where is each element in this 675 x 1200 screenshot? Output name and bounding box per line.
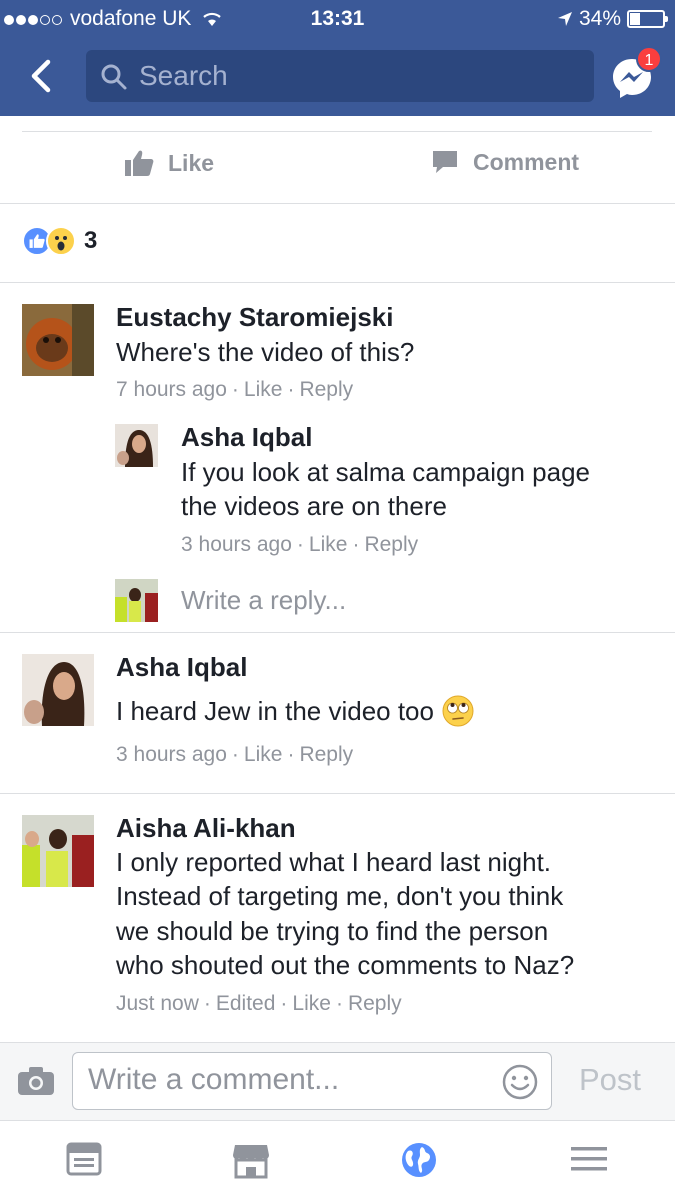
- comment-meta: 7 hours ago · Like · Reply: [116, 378, 354, 401]
- marketplace-icon[interactable]: [231, 1141, 271, 1179]
- status-bar: vodafone UK 13:31 34%: [0, 0, 675, 38]
- avatar[interactable]: [22, 654, 94, 726]
- comment-meta: 3 hours ago · Like · Reply: [116, 743, 354, 766]
- menu-icon[interactable]: [570, 1141, 608, 1177]
- avatar: [115, 579, 158, 622]
- news-feed-icon[interactable]: [66, 1141, 102, 1177]
- wow-reaction-icon: [46, 226, 76, 256]
- comment-placeholder: Write a comment...: [88, 1063, 340, 1096]
- comment-input[interactable]: Write a comment...: [72, 1052, 552, 1110]
- divider: [0, 203, 675, 204]
- comment-time: 7 hours ago: [116, 378, 227, 401]
- avatar[interactable]: [22, 815, 94, 887]
- divider: [0, 632, 675, 633]
- rolling-eyes-emoji: [442, 695, 474, 727]
- divider: [0, 793, 675, 794]
- comment-author[interactable]: Aisha Ali-khan: [116, 813, 296, 844]
- reply-meta: 3 hours ago · Like · Reply: [181, 533, 419, 556]
- comment-text-line-3: we should be trying to find the person: [116, 916, 549, 946]
- search-bar[interactable]: Search: [86, 50, 594, 102]
- camera-icon[interactable]: [17, 1066, 55, 1096]
- comment-author[interactable]: Asha Iqbal: [116, 652, 247, 683]
- comment-meta: Just now · Edited · Like · Reply: [116, 992, 402, 1015]
- emoji-icon[interactable]: [501, 1063, 539, 1101]
- reply-text-line-2: the videos are on there: [181, 491, 447, 521]
- comment-time: 3 hours ago: [116, 743, 227, 766]
- reaction-count: 3: [84, 227, 98, 254]
- like-action[interactable]: Like: [124, 148, 214, 178]
- navbar: Search 1: [0, 38, 675, 116]
- like-link[interactable]: Like: [244, 378, 283, 401]
- status-right: 34%: [557, 7, 668, 31]
- comment-text: Where's the video of this?: [116, 337, 415, 367]
- write-reply-input[interactable]: Write a reply...: [181, 585, 346, 616]
- comment-text: I heard Jew in the video too: [116, 694, 474, 728]
- like-link[interactable]: Like: [292, 992, 331, 1015]
- location-icon: [557, 12, 572, 26]
- divider: [0, 1042, 675, 1043]
- reply-link[interactable]: Reply: [348, 992, 402, 1015]
- comment-label: Comment: [473, 148, 580, 175]
- messenger-badge: 1: [636, 46, 662, 72]
- reply-author[interactable]: Asha Iqbal: [181, 422, 312, 453]
- comment-action[interactable]: Comment: [431, 148, 579, 176]
- comment-time: Just now: [116, 992, 199, 1015]
- comment-text-line-4: who shouted out the comments to Naz?: [116, 950, 575, 980]
- reply-link[interactable]: Reply: [364, 533, 418, 556]
- thumbs-up-icon: [125, 150, 154, 176]
- comment-time: 3 hours ago: [181, 533, 292, 556]
- reply-link[interactable]: Reply: [299, 378, 353, 401]
- avatar[interactable]: [22, 304, 94, 376]
- battery-icon: [627, 10, 668, 28]
- post-button[interactable]: Post: [579, 1062, 641, 1098]
- comment-author[interactable]: Eustachy Staromiejski: [116, 302, 393, 333]
- like-label: Like: [168, 149, 215, 176]
- battery-percent: 34%: [578, 7, 621, 30]
- like-link[interactable]: Like: [309, 533, 348, 556]
- tab-bar: [0, 1120, 675, 1200]
- like-link[interactable]: Like: [244, 743, 283, 766]
- reactions-summary[interactable]: 3: [22, 226, 97, 256]
- comment-text-line-2: Instead of targeting me, don't you think: [116, 881, 564, 911]
- reply-link[interactable]: Reply: [299, 743, 353, 766]
- reply-text-line-1: If you look at salma campaign page: [181, 457, 591, 487]
- divider: [0, 282, 675, 283]
- comment-composer: Write a comment... Post: [0, 1042, 675, 1120]
- divider: [22, 131, 652, 132]
- globe-icon[interactable]: [400, 1141, 438, 1179]
- avatar[interactable]: [115, 424, 158, 467]
- comment-text-line-1: I only reported what I heard last night.: [116, 847, 552, 877]
- search-placeholder: Search: [139, 60, 228, 91]
- search-icon: [101, 64, 127, 90]
- back-chevron-icon[interactable]: [26, 58, 56, 94]
- comment-icon: [433, 151, 457, 173]
- comment-text-content: I heard Jew in the video too: [116, 696, 434, 726]
- edited-label[interactable]: Edited: [216, 992, 276, 1015]
